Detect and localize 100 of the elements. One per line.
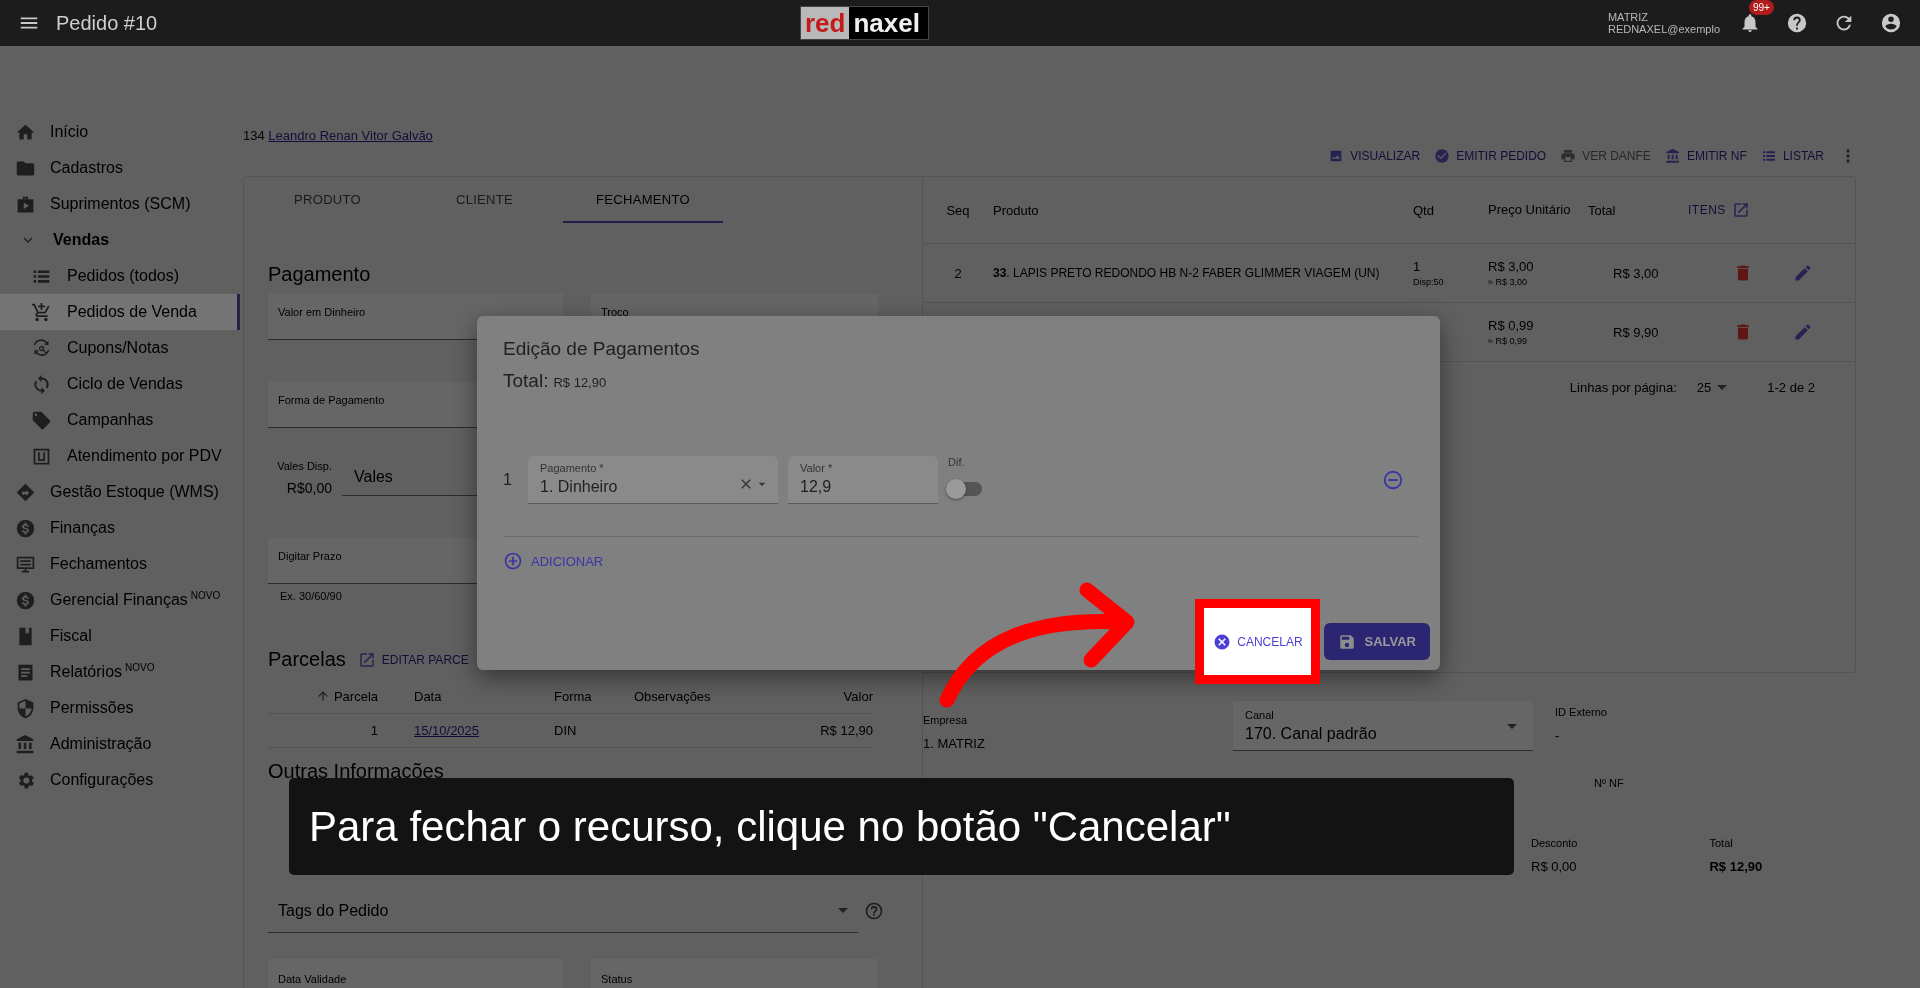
column-header: Observações	[634, 688, 712, 704]
tag-icon	[31, 409, 52, 431]
total-value: R$ 12,90	[1709, 859, 1763, 874]
stock-note: Disp:50	[1413, 277, 1445, 287]
section-heading: Pagamento	[268, 263, 372, 286]
sidebar-item[interactable]: Suprimentos (SCM)	[0, 186, 240, 222]
tutorial-caption: Para fechar o recurso, clique no botão "Cancelar"	[289, 778, 1514, 875]
toolbar-button[interactable]: VISUALIZAR	[1328, 148, 1421, 164]
company-name: MATRIZ	[1607, 11, 1650, 23]
tab[interactable]: PRODUTO	[249, 177, 406, 223]
row-number: 1	[503, 471, 513, 489]
column-header: Forma	[553, 688, 593, 704]
rows-per-page-select[interactable]: 25	[1696, 380, 1728, 395]
price-note: ≈ R$ 0,99	[1488, 336, 1528, 346]
sidebar-item[interactable]: Configurações	[0, 762, 240, 798]
date-link[interactable]: 15/10/2025	[414, 723, 480, 738]
sidebar-item[interactable]: Atendimento por PDV	[0, 438, 240, 474]
user-email: REDNAXEL@exemplo	[1607, 23, 1720, 35]
sidebar-item[interactable]: Campanhas	[0, 402, 240, 438]
column-header: Seq	[945, 202, 971, 218]
toolbar-button[interactable]: LISTAR	[1760, 148, 1824, 164]
table-cell-text: DIN	[553, 723, 578, 738]
payment-select[interactable]: Pagamento * 1. Dinheiro	[528, 456, 778, 504]
shield-icon	[15, 697, 36, 719]
caret-icon	[1717, 385, 1728, 390]
status-field[interactable]: Status	[591, 959, 878, 988]
open-external-icon	[1731, 201, 1750, 219]
table-cell-text: R$ 3,00	[1488, 259, 1535, 274]
edit-icon[interactable]	[1793, 322, 1813, 342]
cart-icon	[31, 301, 52, 323]
notification-badge: 99+	[1749, 0, 1774, 15]
field-label: Total	[1709, 837, 1734, 849]
table-cell-text: 2	[953, 265, 963, 281]
sidebar-item[interactable]: Início	[0, 114, 240, 150]
table-cell-text: R$ 3,00	[1613, 265, 1660, 281]
field-label: Nº NF	[1594, 777, 1624, 789]
items-link[interactable]: ITENS	[1688, 201, 1750, 219]
edit-icon[interactable]	[1793, 263, 1813, 283]
toolbar-button[interactable]: EMITIR PEDIDO	[1434, 148, 1547, 164]
discount-value: R$ 0,00	[1531, 859, 1578, 874]
channel-select[interactable]: Canal 170. Canal padrão	[1233, 701, 1533, 751]
table-cell-text: R$ 12,90	[819, 723, 873, 738]
sidebar-item[interactable]: Fiscal	[0, 618, 240, 654]
table-cell-text: 1	[369, 723, 378, 738]
price-note: ≈ R$ 3,00	[1488, 277, 1528, 287]
dollar-icon	[15, 589, 36, 611]
open-external-icon	[357, 650, 376, 669]
sidebar-item[interactable]: Permissões	[0, 690, 240, 726]
list-icon	[1760, 148, 1777, 164]
sidebar-item[interactable]: Pedidos (todos)	[0, 258, 240, 294]
sidebar-item[interactable]: Cupons/Notas	[0, 330, 240, 366]
column-header: Produto	[993, 202, 1040, 218]
value-field[interactable]: Valor * 12,9	[788, 456, 938, 504]
field-label: Empresa	[923, 714, 969, 726]
dif-label: Dif.	[948, 456, 966, 468]
validity-field[interactable]: Data Validade	[268, 959, 563, 988]
vouchers-value: R$0,00	[286, 480, 332, 496]
customer-line: 134 Leandro Renan Vitor Galvão	[243, 128, 434, 143]
table-cell-text: R$ 0,99	[1488, 318, 1535, 333]
sidebar-item[interactable]: Pedidos de Venda	[0, 294, 240, 330]
printer-icon	[1560, 148, 1577, 164]
column-header: Valor	[842, 688, 873, 704]
dialog-title: Edição de Pagamentos	[503, 338, 701, 360]
sidebar-item[interactable]: Relatórios $^{NOVO}$	[0, 654, 240, 690]
customer-link[interactable]: Leandro Renan Vitor Galvão	[268, 128, 433, 143]
tab[interactable]: CLIENTE	[406, 177, 563, 223]
table-cell-text: 33. LAPIS PRETO REDONDO HB N-2 FABER GLIMMER VIAGEM (UN)	[993, 264, 1381, 282]
page-range: 1-2 de 2	[1767, 380, 1815, 395]
logo: red naxel	[800, 6, 929, 40]
sidebar-item[interactable]: Finanças	[0, 510, 240, 546]
table-cell-text: R$ 9,90	[1613, 324, 1660, 340]
sidebar-item[interactable]: Administração	[0, 726, 240, 762]
sidebar-item[interactable]: Cadastros	[0, 150, 240, 186]
column-header: Total	[1588, 202, 1617, 218]
help-icon[interactable]	[1786, 12, 1808, 34]
sidebar-item[interactable]: Vendas	[0, 222, 240, 258]
sidebar-item[interactable]: Fechamentos	[0, 546, 240, 582]
sidebar-item[interactable]: Gestão Estoque (WMS)	[0, 474, 240, 510]
sidebar-item[interactable]: Ciclo de Vendas	[0, 366, 240, 402]
tab[interactable]: FECHAMENTO	[563, 177, 723, 223]
company-value: 1. MATRIZ	[923, 736, 986, 751]
edit-installments-button[interactable]: EDITAR PARCE	[357, 650, 469, 669]
dif-switch[interactable]	[948, 482, 982, 496]
column-header[interactable]: Parcela	[268, 688, 378, 704]
bank-icon	[15, 733, 36, 755]
column-header: Preço Unitário	[1488, 201, 1572, 219]
toolbar-button[interactable]: EMITIR NF	[1664, 148, 1747, 164]
account-icon[interactable]	[1880, 12, 1902, 34]
tags-select[interactable]: Tags do Pedido	[268, 889, 858, 933]
page-title: Pedido #10	[56, 11, 158, 35]
sidebar-item[interactable]: Gerencial Finanças $^{NOVO}$	[0, 582, 240, 618]
save-button[interactable]: SALVAR	[1324, 623, 1430, 660]
diamond-icon	[15, 481, 36, 503]
remove-icon[interactable]	[1382, 469, 1404, 491]
column-header: Qtd	[1413, 202, 1435, 218]
caret-icon	[1507, 724, 1517, 729]
section-heading: Parcelas	[268, 648, 346, 671]
caret-icon	[838, 908, 848, 913]
external-id-value: -	[1555, 728, 1561, 743]
rows-per-page-label: Linhas por página:	[1569, 380, 1677, 395]
